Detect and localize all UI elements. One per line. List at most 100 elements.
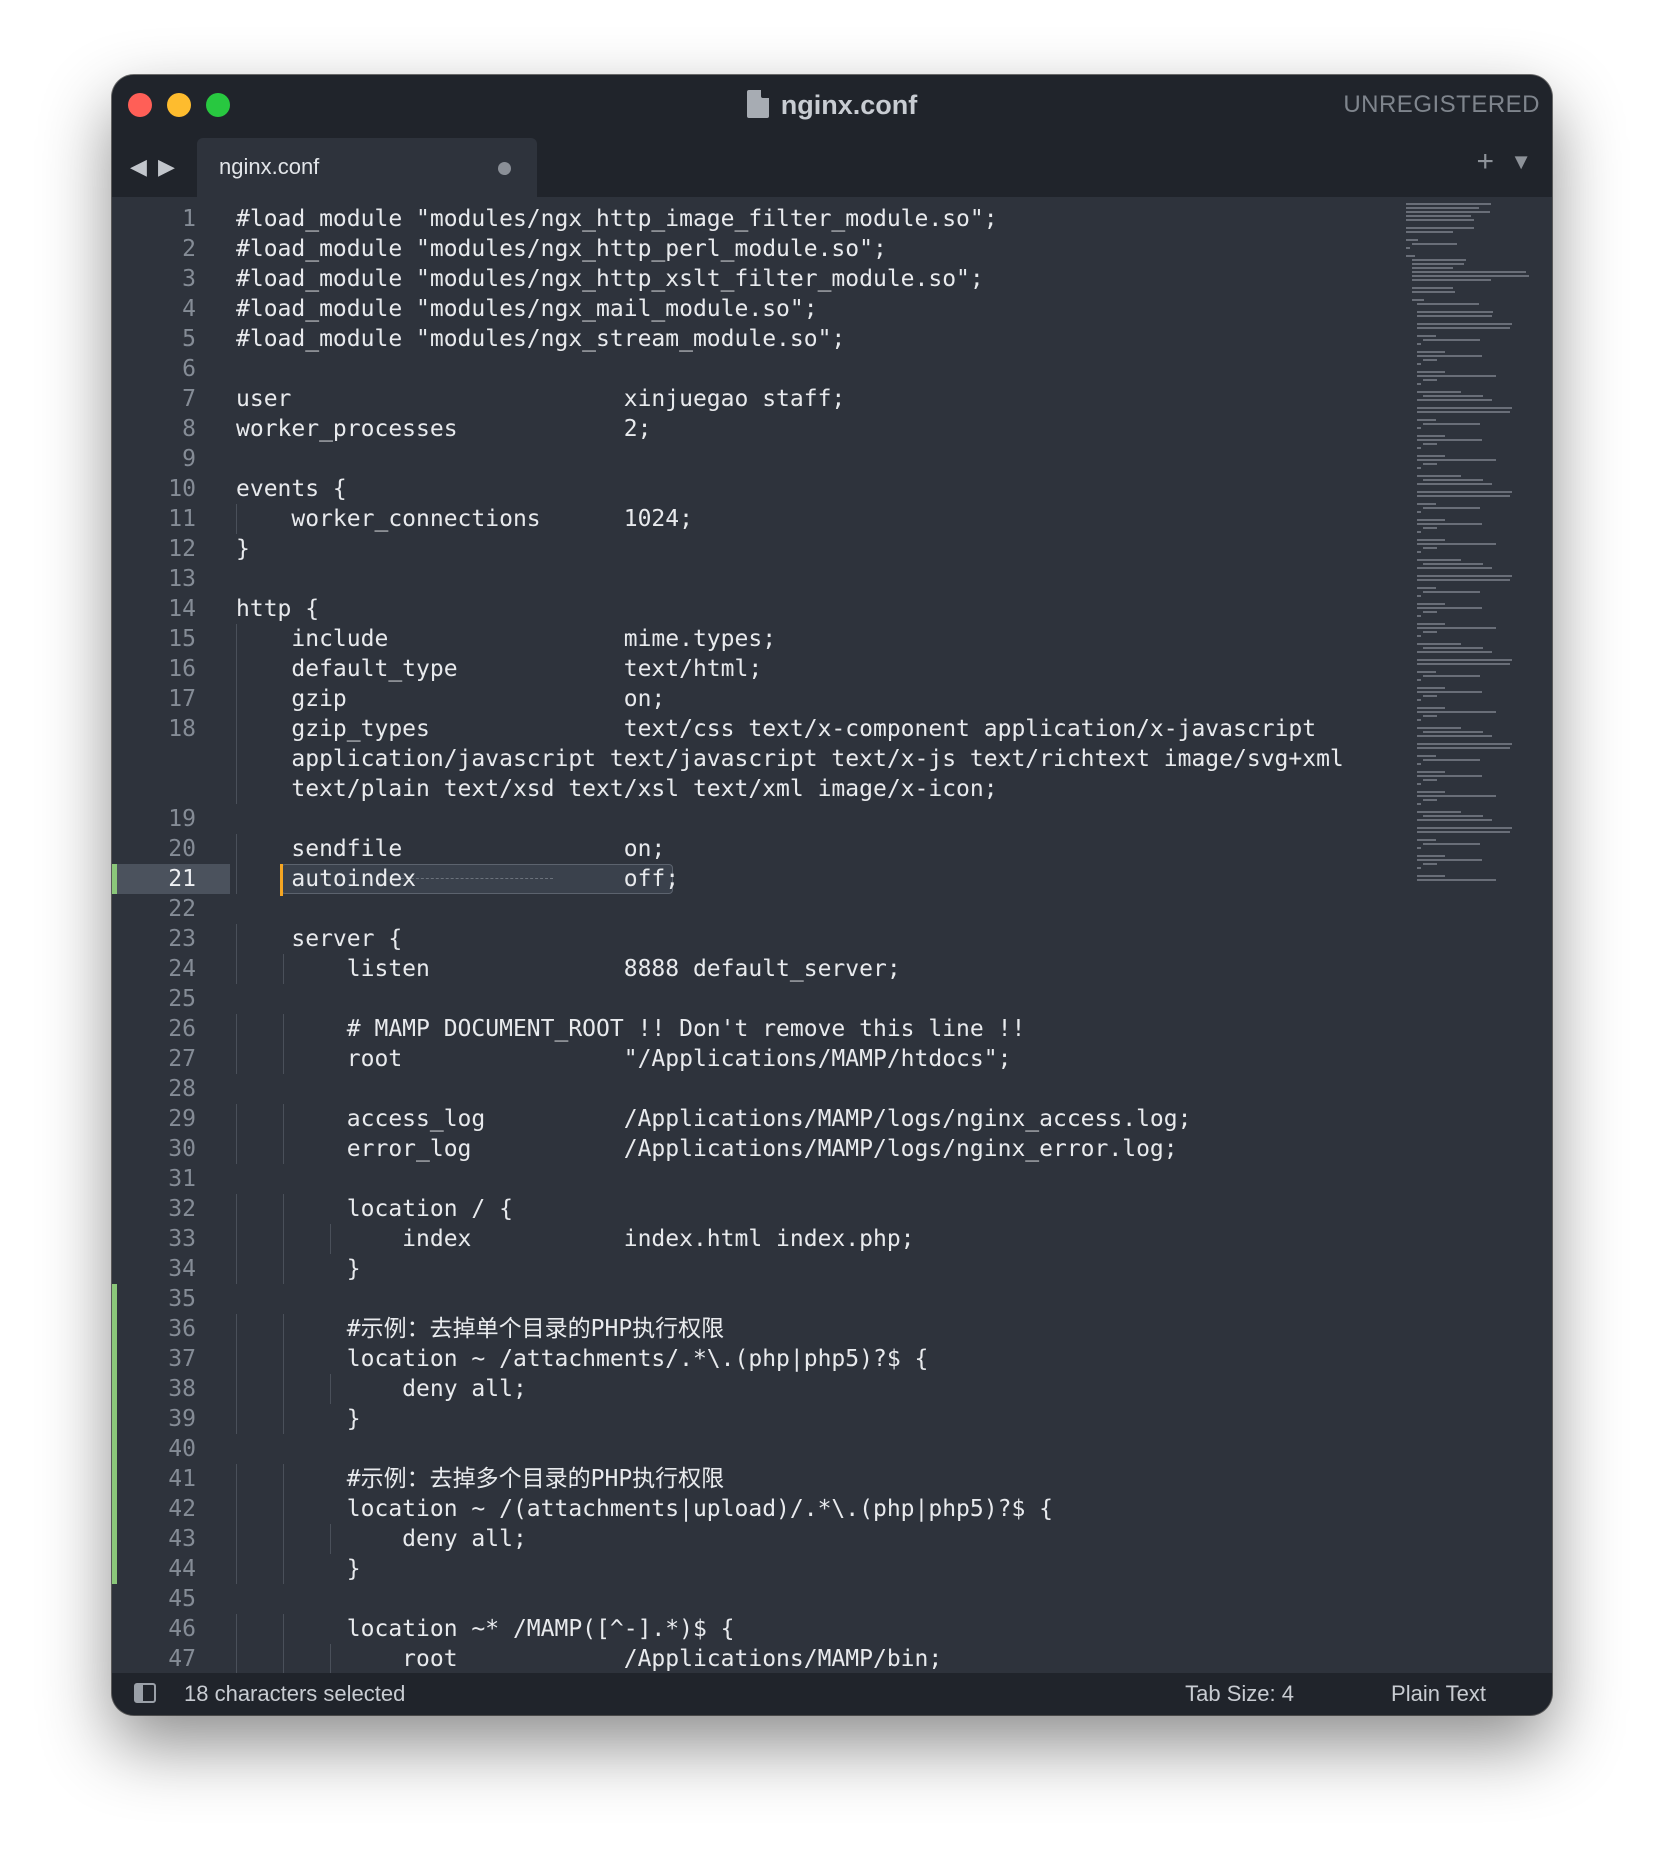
code-line[interactable]: #load_module "modules/ngx_http_image_fil… xyxy=(230,204,1502,234)
code-line[interactable]: #load_module "modules/ngx_http_xslt_filt… xyxy=(230,264,1502,294)
code-line[interactable] xyxy=(230,564,1502,594)
tab-menu-icon[interactable]: ▼ xyxy=(1510,147,1532,177)
code-line[interactable]: worker_processes 2; xyxy=(230,414,1502,444)
code-line[interactable]: #示例：去掉多个目录的PHP执行权限 xyxy=(230,1464,1502,1494)
minimap-line xyxy=(1417,459,1497,461)
code-line[interactable] xyxy=(230,1164,1502,1194)
code-line[interactable] xyxy=(230,984,1502,1014)
code-line[interactable]: application/javascript text/javascript t… xyxy=(230,744,1502,774)
gutter-row: 46 xyxy=(112,1614,230,1644)
minimap-line xyxy=(1406,211,1490,213)
code-line[interactable]: location ~ /(attachments|upload)/.*\.(ph… xyxy=(230,1494,1502,1524)
code-line[interactable]: root /Applications/MAMP/bin; xyxy=(230,1644,1502,1673)
minimap-line xyxy=(1417,439,1483,441)
code-line[interactable]: gzip on; xyxy=(230,684,1502,714)
syntax-selector[interactable]: Plain Text xyxy=(1391,1673,1486,1715)
modified-line-marker xyxy=(112,864,117,894)
minimap-line xyxy=(1417,427,1422,429)
minimap-line xyxy=(1417,419,1436,421)
line-number: 2 xyxy=(182,236,196,262)
code-line[interactable]: location ~* /MAMP([^-].*)$ { xyxy=(230,1614,1502,1644)
code-line[interactable]: #load_module "modules/ngx_stream_module.… xyxy=(230,324,1502,354)
minimap-line xyxy=(1417,747,1511,749)
code-line[interactable] xyxy=(230,444,1502,474)
minimap[interactable] xyxy=(1402,197,1552,1673)
code-line[interactable]: } xyxy=(230,1254,1502,1284)
tab-size-selector[interactable]: Tab Size: 4 xyxy=(1185,1673,1294,1715)
code-line[interactable] xyxy=(230,1434,1502,1464)
minimap-line xyxy=(1417,303,1480,305)
code-line[interactable]: sendfile on; xyxy=(230,834,1502,864)
minimap-line xyxy=(1422,423,1481,425)
code-line[interactable]: root "/Applications/MAMP/htdocs"; xyxy=(230,1044,1502,1074)
code-line[interactable]: autoindex off; xyxy=(230,864,1502,896)
code-line[interactable]: default_type text/html; xyxy=(230,654,1502,684)
code-line[interactable]: http { xyxy=(230,594,1502,624)
code-line[interactable]: # MAMP DOCUMENT_ROOT !! Don't remove thi… xyxy=(230,1014,1502,1044)
code-line[interactable]: deny all; xyxy=(230,1374,1502,1404)
minimap-line xyxy=(1417,467,1422,469)
minimap-line xyxy=(1417,603,1446,605)
minimap-line xyxy=(1422,463,1437,465)
forward-arrow-icon[interactable]: ▶ xyxy=(158,153,175,181)
code-line[interactable]: #示例：去掉单个目录的PHP执行权限 xyxy=(230,1314,1502,1344)
minimap-line xyxy=(1422,611,1437,613)
code-line[interactable]: worker_connections 1024; xyxy=(230,504,1502,534)
code-line[interactable]: error_log /Applications/MAMP/logs/nginx_… xyxy=(230,1134,1502,1164)
back-arrow-icon[interactable]: ◀ xyxy=(130,153,147,181)
code-line[interactable]: } xyxy=(230,534,1502,564)
minimap-line xyxy=(1417,771,1446,773)
code-line[interactable]: } xyxy=(230,1404,1502,1434)
code-line[interactable]: location / { xyxy=(230,1194,1502,1224)
code-line[interactable]: user xinjuegao staff; xyxy=(230,384,1502,414)
code-line[interactable] xyxy=(230,804,1502,834)
code-line[interactable]: #load_module "modules/ngx_mail_module.so… xyxy=(230,294,1502,324)
gutter-row: 22 xyxy=(112,894,230,924)
code-text: http { xyxy=(236,596,320,622)
code-line[interactable] xyxy=(230,894,1502,924)
unsaved-dot-icon[interactable] xyxy=(498,162,511,175)
code-line[interactable]: } xyxy=(230,1554,1502,1584)
code-text: application/javascript text/javascript t… xyxy=(236,746,1344,772)
gutter-row: 14 xyxy=(112,594,230,624)
code-line[interactable]: location ~ /attachments/.*\.(php|php5)?$… xyxy=(230,1344,1502,1374)
title-bar: nginx.conf UNREGISTERED ◀ ▶ nginx.conf +… xyxy=(112,75,1552,197)
code-line[interactable]: server { xyxy=(230,924,1502,954)
code-line[interactable] xyxy=(230,1074,1502,1104)
code-line[interactable]: events { xyxy=(230,474,1502,504)
code-line[interactable]: index index.html index.php; xyxy=(230,1224,1502,1254)
line-number: 18 xyxy=(168,716,196,742)
line-number: 38 xyxy=(168,1376,196,1402)
code-line[interactable] xyxy=(230,1284,1502,1314)
code-line[interactable]: #load_module "modules/ngx_http_perl_modu… xyxy=(230,234,1502,264)
gutter-row: 30 xyxy=(112,1134,230,1164)
editor-area[interactable]: 1 2 3 4 5 6 7 8 9 10 11 12 13 14 15 16 17 18 19 20 21 22 23 24 2… xyxy=(112,197,1552,1673)
line-number: 22 xyxy=(168,896,196,922)
code-line[interactable]: gzip_types text/css text/x-component app… xyxy=(230,714,1502,744)
minimap-line xyxy=(1417,503,1436,505)
code-text: #load_module "modules/ngx_stream_module.… xyxy=(236,326,846,352)
code-text: worker_connections 1024; xyxy=(236,506,693,532)
code-area[interactable]: #load_module "modules/ngx_http_image_fil… xyxy=(230,197,1502,1673)
sidebar-toggle-icon[interactable] xyxy=(134,1683,156,1703)
line-number: 11 xyxy=(168,506,196,532)
code-line[interactable] xyxy=(230,354,1502,384)
line-number: 16 xyxy=(168,656,196,682)
tab-nginx-conf[interactable]: nginx.conf xyxy=(197,138,537,197)
line-number: 37 xyxy=(168,1346,196,1372)
new-tab-icon[interactable]: + xyxy=(1476,145,1494,179)
code-line[interactable]: listen 8888 default_server; xyxy=(230,954,1502,984)
code-line[interactable]: include mime.types; xyxy=(230,624,1502,654)
line-number: 42 xyxy=(168,1496,196,1522)
code-text: location ~ /attachments/.*\.(php|php5)?$… xyxy=(236,1346,929,1372)
gutter-row: 17 xyxy=(112,684,230,714)
minimap-line xyxy=(1422,647,1484,649)
modified-line-marker xyxy=(112,1314,117,1344)
code-text: root /Applications/MAMP/bin; xyxy=(236,1646,943,1672)
minimap-line xyxy=(1417,879,1497,881)
code-line[interactable]: text/plain text/xsd text/xsl text/xml im… xyxy=(230,774,1502,804)
gutter-row: 15 xyxy=(112,624,230,654)
code-line[interactable]: deny all; xyxy=(230,1524,1502,1554)
code-line[interactable]: access_log /Applications/MAMP/logs/nginx… xyxy=(230,1104,1502,1134)
code-line[interactable] xyxy=(230,1584,1502,1614)
